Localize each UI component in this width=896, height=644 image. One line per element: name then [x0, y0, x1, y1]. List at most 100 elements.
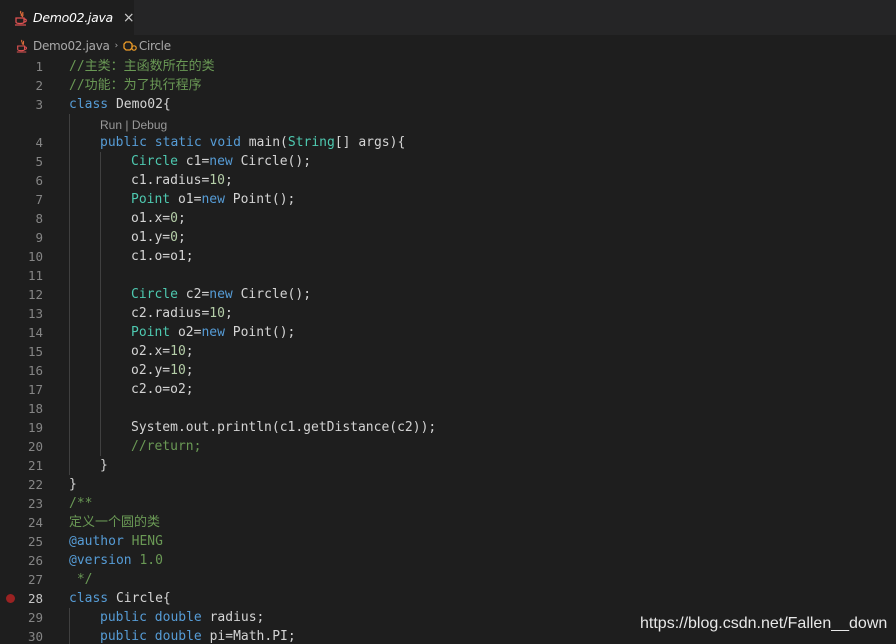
code-token: Point: [131, 325, 171, 340]
line-number[interactable]: 2: [0, 76, 43, 95]
line-number[interactable]: 30: [0, 627, 43, 644]
indent-guide: [69, 228, 70, 247]
indent-guide: [100, 152, 101, 171]
code-token: @version: [69, 553, 132, 568]
code-line: 9 o1.y=0;: [0, 228, 896, 247]
code-line: 6 c1.radius=10;: [0, 171, 896, 190]
line-number[interactable]: 29: [0, 608, 43, 627]
line-number[interactable]: 10: [0, 247, 43, 266]
code-token: Circle: [131, 287, 178, 302]
line-number[interactable]: 11: [0, 266, 43, 285]
code-token: new: [209, 287, 233, 302]
indent-guide: [100, 342, 101, 361]
indent-guide: [100, 304, 101, 323]
code-line: 11: [0, 266, 896, 285]
line-number[interactable]: 6: [0, 171, 43, 190]
code-token: 10: [209, 173, 225, 188]
code-token: main(: [240, 135, 288, 150]
line-number[interactable]: 18: [0, 399, 43, 418]
code-token: 10: [170, 344, 186, 359]
code-token: double: [154, 610, 202, 625]
line-number[interactable]: 28: [0, 589, 43, 608]
code-token: new: [209, 154, 233, 169]
run-link[interactable]: Run: [100, 118, 122, 132]
line-number[interactable]: 25: [0, 532, 43, 551]
line-number[interactable]: 27: [0, 570, 43, 589]
line-number[interactable]: 19: [0, 418, 43, 437]
java-icon: [14, 10, 28, 26]
code-line: 20 //return;: [0, 437, 896, 456]
code-text: class Demo02{: [69, 95, 171, 114]
code-token: o1.x=: [131, 211, 171, 226]
code-token: radius;: [201, 610, 265, 625]
code-token: double: [154, 629, 202, 644]
line-number[interactable]: 21: [0, 456, 43, 475]
code-token: 10: [209, 306, 225, 321]
code-token: new: [201, 192, 225, 207]
indent-guide: [69, 380, 70, 399]
indent-guide: [69, 171, 70, 190]
breadcrumb-symbol[interactable]: Circle: [139, 39, 171, 53]
indent-guide: [69, 342, 70, 361]
code-token: */: [69, 572, 93, 587]
code-line: 24 定义一个圆的类: [0, 513, 896, 532]
code-text: o1.y=0;: [131, 228, 186, 247]
line-number[interactable]: 20: [0, 437, 43, 456]
line-number[interactable]: 7: [0, 190, 43, 209]
line-number[interactable]: 17: [0, 380, 43, 399]
breadcrumb: Demo02.java › Circle: [0, 35, 896, 57]
line-number[interactable]: 22: [0, 475, 43, 494]
indent-guide: [69, 323, 70, 342]
indent-guide: [69, 304, 70, 323]
code-token: HENG: [123, 534, 163, 549]
indent-guide: [100, 285, 101, 304]
code-token: c1.o=o1;: [131, 249, 194, 264]
code-text: c1.o=o1;: [131, 247, 194, 266]
line-number[interactable]: 1: [0, 57, 43, 76]
line-number[interactable]: 15: [0, 342, 43, 361]
indent-guide: [69, 399, 70, 418]
tab-label: Demo02.java: [33, 10, 113, 25]
line-number[interactable]: 4: [0, 133, 43, 152]
line-number[interactable]: 13: [0, 304, 43, 323]
indent-guide: [69, 152, 70, 171]
code-token: o2=: [170, 325, 202, 340]
line-number[interactable]: 3: [0, 95, 43, 114]
code-token: ;: [185, 344, 194, 359]
indent-guide: [69, 266, 70, 285]
close-icon[interactable]: ×: [123, 11, 135, 25]
line-number[interactable]: 5: [0, 152, 43, 171]
tab-demo02-java[interactable]: Demo02.java ×: [0, 0, 135, 35]
line-number[interactable]: 14: [0, 323, 43, 342]
code-token: new: [201, 325, 225, 340]
indent-guide: [69, 209, 70, 228]
code-line: 7 Point o1=new Point();: [0, 190, 896, 209]
line-number[interactable]: 26: [0, 551, 43, 570]
code-line: 8 o1.x=0;: [0, 209, 896, 228]
breadcrumb-file[interactable]: Demo02.java: [33, 39, 110, 53]
code-text: }: [69, 475, 77, 494]
code-text: //return;: [131, 437, 201, 456]
code-line: 13 c2.radius=10;: [0, 304, 896, 323]
code-token: 定义一个圆的类: [69, 515, 161, 530]
line-number[interactable]: 9: [0, 228, 43, 247]
debug-link[interactable]: Debug: [132, 118, 167, 132]
code-editor[interactable]: 1//主类：主函数所在的类 2//功能：为了执行程序 3 class Demo02{R…: [0, 57, 896, 644]
code-token: }: [100, 458, 108, 473]
line-number[interactable]: 8: [0, 209, 43, 228]
line-number[interactable]: 23: [0, 494, 43, 513]
code-token: //return;: [131, 439, 202, 454]
code-token: class: [69, 591, 109, 606]
line-number[interactable]: 12: [0, 285, 43, 304]
line-number[interactable]: 16: [0, 361, 43, 380]
code-text: /**: [69, 494, 92, 513]
code-token: Circle();: [232, 154, 312, 169]
indent-guide: [100, 247, 101, 266]
code-line: 26 @version 1.0: [0, 551, 896, 570]
indent-guide: [69, 114, 70, 133]
line-number[interactable]: 24: [0, 513, 43, 532]
code-text: c2.o=o2;: [131, 380, 194, 399]
code-text: @version 1.0: [69, 551, 163, 570]
code-token: void: [209, 135, 241, 150]
